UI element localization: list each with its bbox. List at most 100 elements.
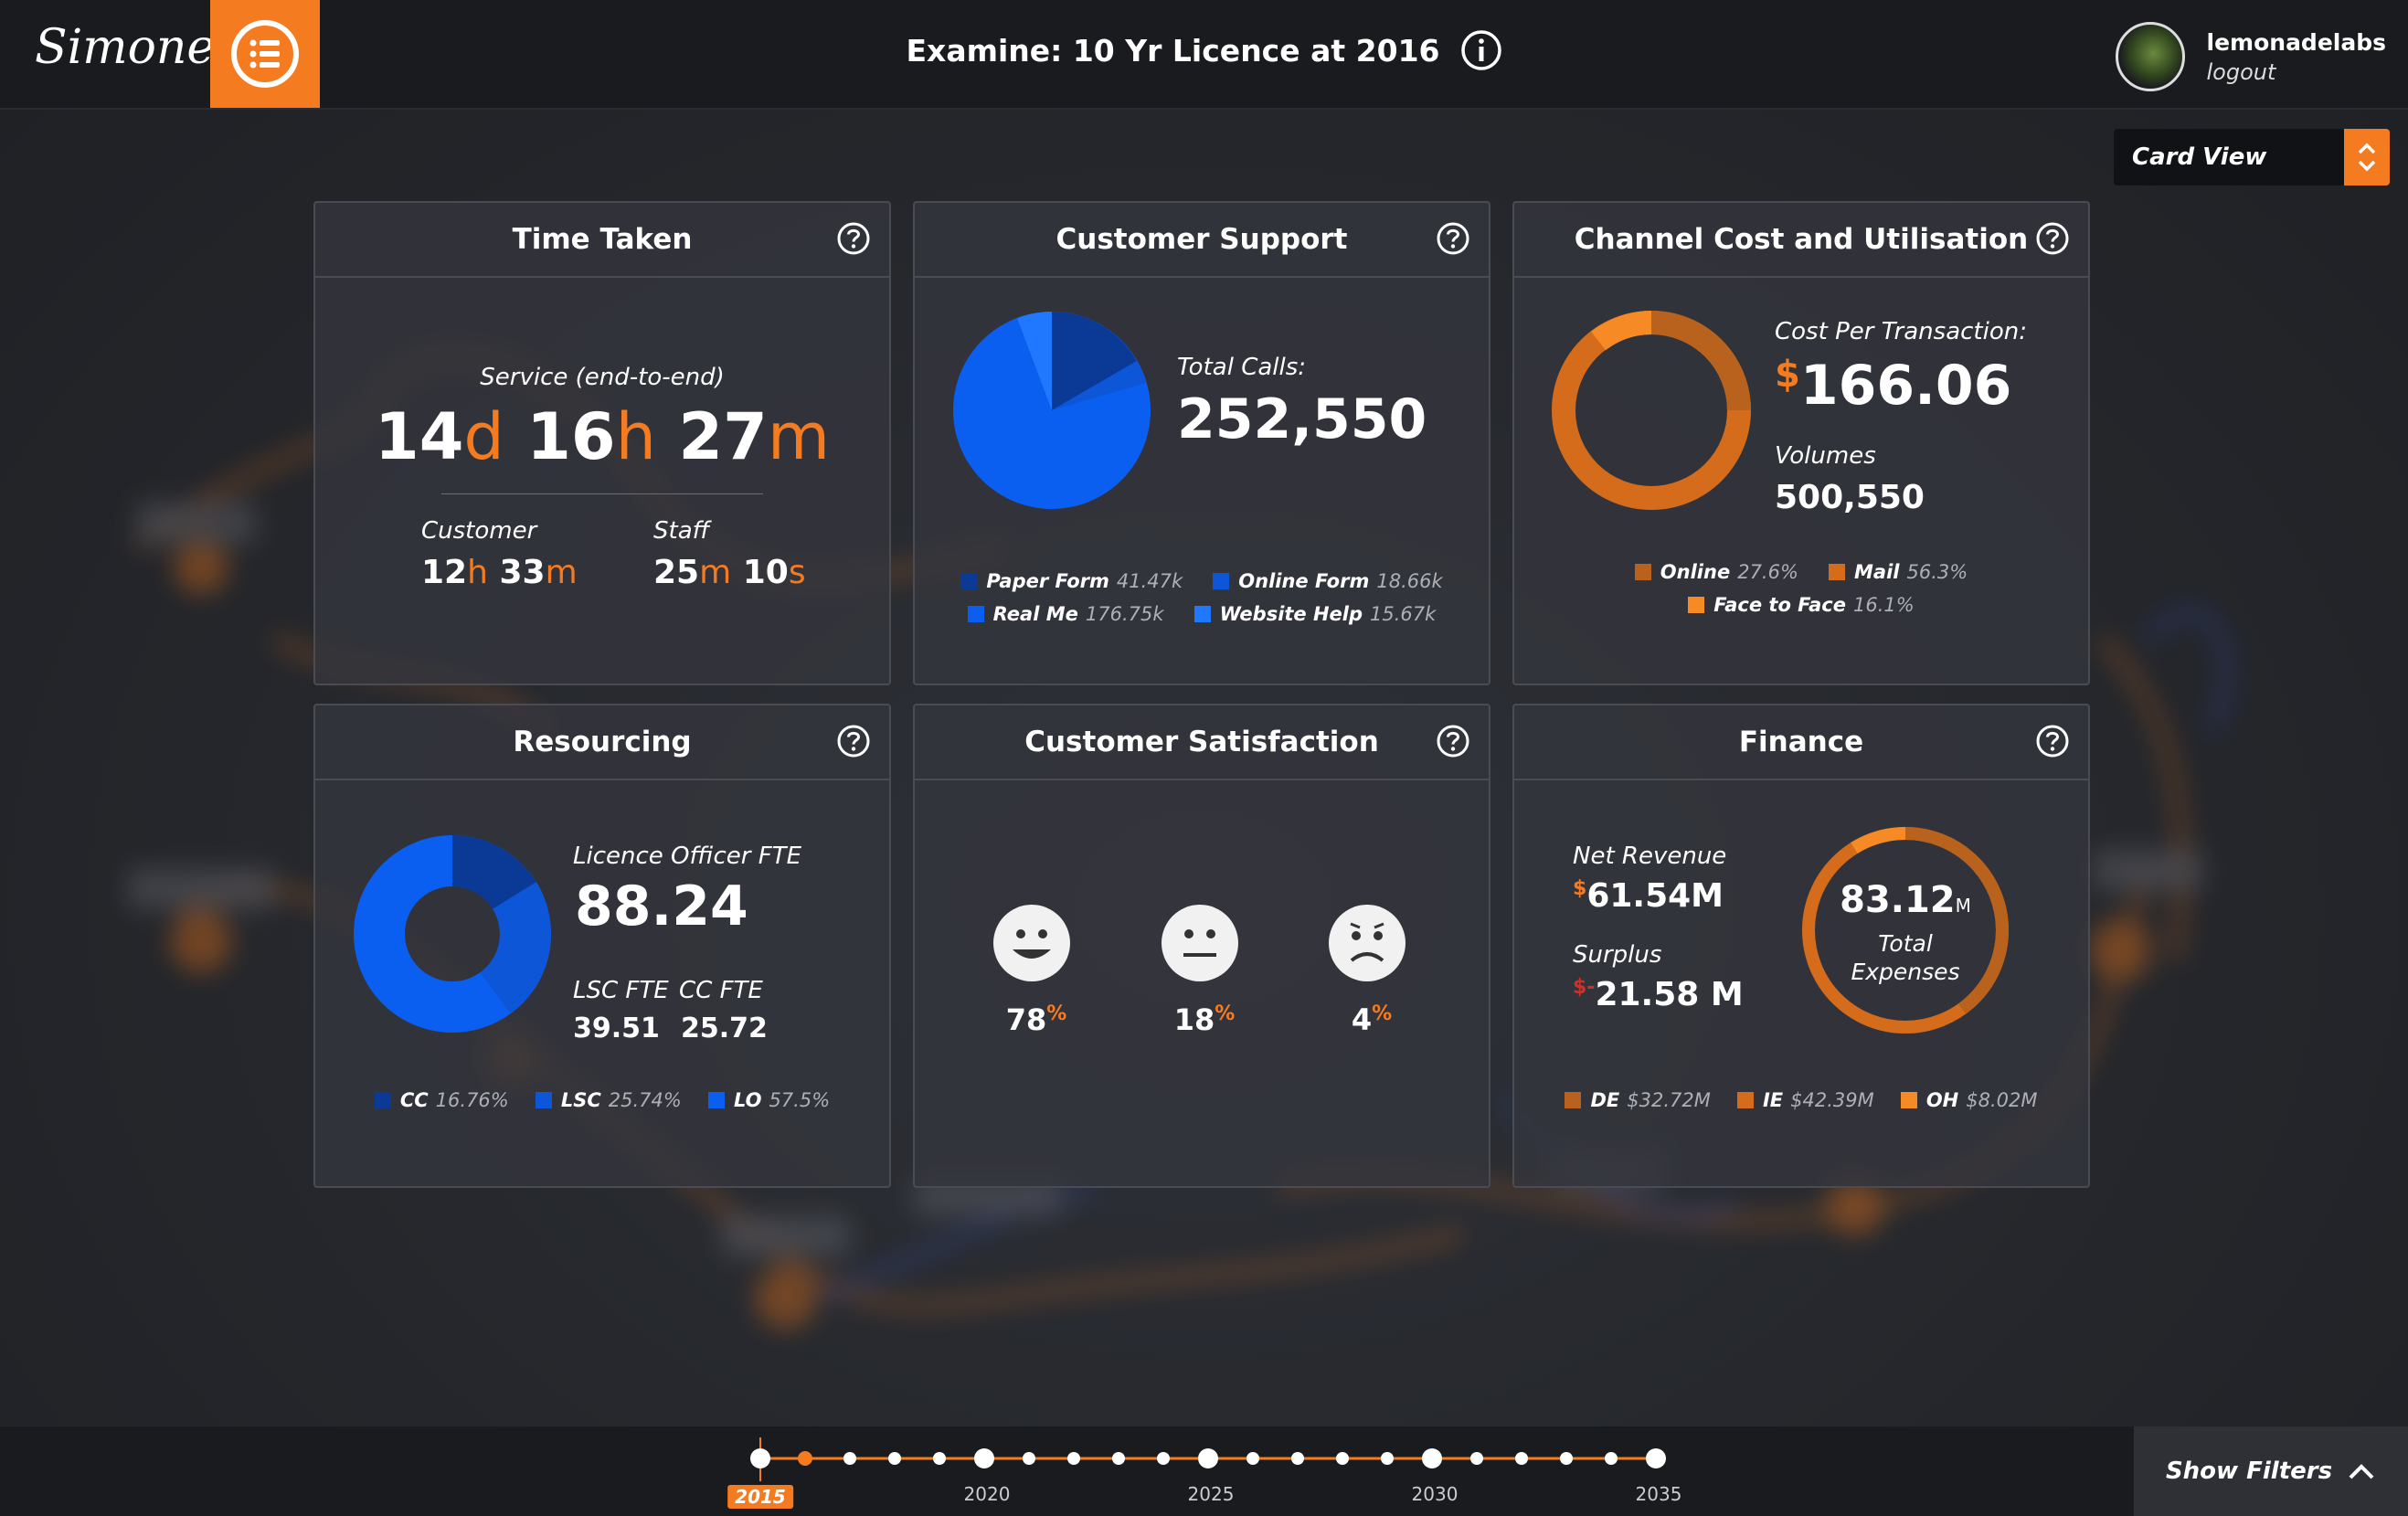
legend-swatch	[1213, 573, 1230, 589]
card-title: Time Taken	[512, 223, 693, 256]
help-icon[interactable]	[1436, 724, 1470, 758]
timeline-point	[1560, 1452, 1573, 1465]
legend-item-face-to-face: Face to Face 16.1%	[1688, 594, 1915, 616]
timeline-point-major	[1422, 1448, 1442, 1468]
surplus-label: Surplus	[1573, 941, 1662, 969]
timeline-point-major	[750, 1448, 770, 1468]
view-select[interactable]: Card View	[2114, 129, 2390, 186]
happy-percentage: 78%	[1005, 1002, 1067, 1037]
donut-segment-online	[1650, 311, 1751, 411]
timeline-point	[1246, 1452, 1259, 1465]
net-revenue-label: Net Revenue	[1573, 843, 1727, 870]
legend-swatch	[1736, 1092, 1754, 1108]
show-filters-label: Show Filters	[2165, 1458, 2333, 1485]
timeline-year[interactable]: 2035	[1636, 1483, 1682, 1505]
user-name: lemonadelabs	[2206, 28, 2386, 56]
cc-fte-label: CC FTE	[679, 977, 763, 1004]
legend-row: DE $32.72M IE $42.39M OH $8.02M	[1514, 1089, 2088, 1112]
timeline-point	[1336, 1452, 1349, 1465]
timeline-point	[1112, 1452, 1125, 1465]
legend-item-oh: OH $8.02M	[1900, 1089, 2038, 1111]
legend-swatch	[707, 1092, 725, 1108]
service-duration: 14d 16h 27m	[374, 399, 831, 474]
legend-item-online: Online 27.6%	[1634, 561, 1798, 583]
resourcing-card: Resourcing Licence Officer FTE 88.24 LSC…	[313, 704, 891, 1188]
donut-segment-lsc	[479, 882, 552, 1014]
service-label: Service (end-to-end)	[480, 364, 725, 391]
lsc-fte-label: LSC FTE	[573, 977, 669, 1004]
timeline-year-active[interactable]: 2015	[727, 1485, 793, 1509]
timeline-point	[933, 1452, 946, 1465]
neutral-percentage: 18%	[1173, 1002, 1236, 1037]
time-taken-card: Time Taken Service (end-to-end) 14d 16h …	[313, 201, 891, 685]
timeline-point-major	[974, 1448, 994, 1468]
sad-face-icon	[1329, 905, 1406, 981]
help-icon[interactable]	[836, 221, 871, 256]
timeline-year[interactable]: 2025	[1188, 1483, 1235, 1505]
help-icon[interactable]	[836, 724, 871, 758]
timeline-point	[1381, 1452, 1394, 1465]
timeline-point	[1291, 1452, 1304, 1465]
help-icon[interactable]	[2035, 724, 2070, 758]
timeline-point	[1515, 1452, 1528, 1465]
timeline-year[interactable]: 2030	[1412, 1483, 1459, 1505]
legend-item-ie: IE $42.39M	[1736, 1089, 1874, 1111]
volumes-label: Volumes	[1775, 442, 1876, 470]
legend-row-2: Real Me 176.75k Website Help 15.67k	[915, 603, 1489, 626]
card-title: Resourcing	[513, 726, 692, 758]
legend-item-real-me: Real Me 176.75k	[967, 603, 1164, 625]
legend-item-lsc: LSC 25.74%	[535, 1089, 682, 1111]
sad-percentage: 4%	[1351, 1002, 1393, 1037]
net-revenue-value: $61.54M	[1573, 877, 1724, 915]
licence-officer-fte-label: Licence Officer FTE	[573, 843, 801, 870]
customer-duration: 12h 33m	[421, 554, 578, 591]
avatar[interactable]	[2115, 22, 2185, 91]
legend-item-paper-form: Paper Form 41.47k	[960, 570, 1183, 592]
timeline-point	[1605, 1452, 1618, 1465]
legend-swatch	[1634, 564, 1651, 580]
legend-swatch	[1829, 564, 1846, 580]
total-calls-value: 252,550	[1177, 387, 1427, 451]
surplus-value: $-21.58 M	[1573, 976, 1744, 1013]
timeline-point	[1470, 1452, 1483, 1465]
donut-segment-face-to-face	[1591, 311, 1652, 351]
neutral-face-icon	[1162, 905, 1238, 981]
show-filters-button[interactable]: Show Filters	[2134, 1426, 2408, 1516]
timeline-point	[1157, 1452, 1170, 1465]
legend-item-lo: LO 57.5%	[707, 1089, 830, 1111]
legend-swatch	[1193, 606, 1211, 622]
licence-officer-fte-value: 88.24	[575, 875, 748, 938]
legend-item-online-form: Online Form 18.66k	[1213, 570, 1443, 592]
donut-segment-oh	[1851, 827, 1906, 854]
legend-swatch	[960, 573, 978, 589]
legend-row-1: Online 27.6% Mail 56.3%	[1514, 561, 2088, 584]
legend-swatch	[1900, 1092, 1917, 1108]
logout-link[interactable]: logout	[2207, 59, 2386, 85]
cc-fte-value: 25.72	[681, 1012, 768, 1044]
top-bar: Simone Examine: 10 Yr Licence at 2016 le…	[0, 0, 2408, 110]
customer-label: Customer	[421, 517, 537, 545]
cost-per-transaction-label: Cost Per Transaction:	[1775, 318, 2027, 345]
chevron-up-icon	[2349, 1464, 2374, 1479]
cost-per-transaction-value: $166.06	[1775, 354, 2012, 418]
legend-item-website-help: Website Help 15.67k	[1193, 603, 1436, 625]
card-title: Customer Support	[1055, 223, 1348, 256]
legend-swatch	[374, 1092, 391, 1108]
legend-swatch	[967, 606, 984, 622]
finance-card: Finance Net Revenue $61.54M Surplus $-21…	[1512, 704, 2090, 1188]
happy-face-icon	[993, 905, 1070, 981]
page-title: Examine: 10 Yr Licence at 2016	[906, 32, 1440, 69]
help-icon[interactable]	[1436, 221, 1470, 256]
volumes-value: 500,550	[1775, 479, 1925, 516]
timeline-year[interactable]: 2020	[964, 1483, 1011, 1505]
timeline-point-selected	[798, 1451, 812, 1466]
help-icon[interactable]	[2035, 221, 2070, 256]
staff-duration: 25m 10s	[653, 554, 806, 591]
calls-pie-chart	[953, 312, 1151, 509]
customer-support-card: Customer Support Total Calls: 252,550 Pa…	[913, 201, 1490, 685]
satisfaction-faces: 78% 18% 4%	[915, 902, 1489, 1057]
resourcing-donut-chart	[354, 835, 552, 1033]
timeline-point	[1067, 1452, 1080, 1465]
legend-swatch	[535, 1092, 552, 1108]
info-icon[interactable]	[1460, 29, 1502, 71]
